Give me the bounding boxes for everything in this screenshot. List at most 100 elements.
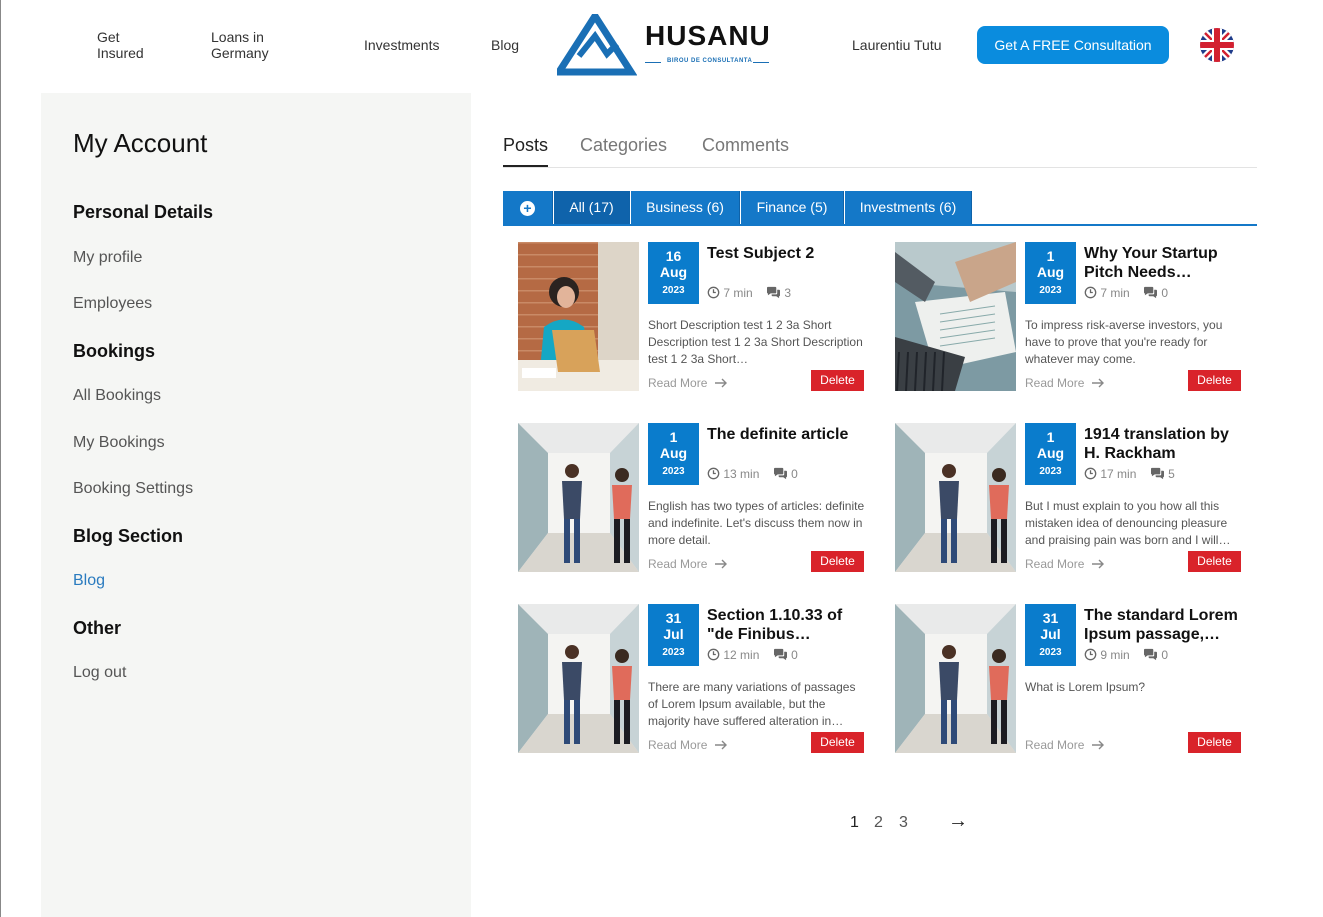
site-header: Get Insured Loans in Germany Investments… <box>0 0 1323 92</box>
post-date-badge: 16 Aug 2023 <box>648 242 699 304</box>
post-title[interactable]: 1914 translation by H. Rackham <box>1084 425 1244 463</box>
filter-all[interactable]: All (17) <box>554 191 630 224</box>
post-title[interactable]: The standard Lorem Ipsum passage,… <box>1084 606 1244 644</box>
nav-loans-in-germany[interactable]: Loans in Germany <box>211 29 291 61</box>
arrow-right-icon <box>1091 377 1105 391</box>
post-description: But I must explain to you how all this m… <box>1025 499 1231 547</box>
filter-investments[interactable]: Investments (6) <box>845 191 972 224</box>
post-date-badge: 31 Jul 2023 <box>648 604 699 666</box>
post-meta: 12 min 0 <box>707 648 798 664</box>
logo-mountain-icon <box>552 9 638 76</box>
post-thumbnail[interactable] <box>518 242 639 391</box>
post-read-time: 13 min <box>723 467 760 482</box>
sidebar-heading-other: Other <box>73 618 122 638</box>
post-date-day: 1 <box>1046 429 1055 445</box>
uk-flag-icon[interactable] <box>1200 28 1234 62</box>
post-date-day: 31 <box>1042 610 1059 626</box>
delete-post-button[interactable]: Delete <box>811 370 864 391</box>
read-more-label: Read More <box>648 557 708 571</box>
post-thumbnail[interactable] <box>895 242 1016 391</box>
read-more-link[interactable]: Read More <box>1025 738 1105 753</box>
arrow-right-icon <box>1091 558 1105 572</box>
post-description: English has two types of articles: defin… <box>648 499 865 547</box>
post-title[interactable]: Section 1.10.33 of "de Finibus… <box>707 606 867 644</box>
clock-icon <box>1084 648 1097 664</box>
add-post-button[interactable]: + <box>503 191 553 224</box>
sidebar-title: My Account <box>73 128 208 158</box>
sidebar-item-blog[interactable]: Blog <box>73 572 105 590</box>
delete-post-button[interactable]: Delete <box>811 732 864 753</box>
post-date-month: Aug <box>659 445 688 461</box>
tab-comments[interactable]: Comments <box>702 135 789 167</box>
post-comment-count: 0 <box>791 467 798 482</box>
tab-posts[interactable]: Posts <box>503 135 549 167</box>
category-filter-bar: + All (17) Business (6) Finance (5) Inve… <box>503 191 1257 226</box>
nav-investments[interactable]: Investments <box>364 37 439 53</box>
post-meta: 17 min 5 <box>1084 467 1175 483</box>
read-more-link[interactable]: Read More <box>1025 376 1105 391</box>
filter-business[interactable]: Business (6) <box>631 191 740 224</box>
post-date-year: 2023 <box>662 285 685 296</box>
post-thumbnail[interactable] <box>895 423 1016 572</box>
page-3[interactable]: 3 <box>899 814 908 832</box>
nav-blog[interactable]: Blog <box>491 37 519 53</box>
post-card: 1 Aug 2023 Why Your Startup Pitch Needs… 7 … <box>895 242 1243 392</box>
post-date-year: 2023 <box>662 647 685 658</box>
delete-post-button[interactable]: Delete <box>1188 370 1241 391</box>
post-title[interactable]: Why Your Startup Pitch Needs… <box>1084 244 1244 282</box>
post-date-year: 2023 <box>1039 647 1062 658</box>
plus-icon: + <box>520 200 535 216</box>
content-tabs: Posts Categories Comments <box>503 135 1257 168</box>
window-edge <box>0 0 1 917</box>
post-title[interactable]: Test Subject 2 <box>707 244 867 263</box>
page-2[interactable]: 2 <box>874 814 883 832</box>
post-title[interactable]: The definite article <box>707 425 867 444</box>
read-more-link[interactable]: Read More <box>648 376 728 391</box>
post-date-day: 1 <box>1046 248 1055 264</box>
user-account-link[interactable]: Laurentiu Tutu <box>852 37 942 53</box>
post-thumbnail[interactable] <box>518 423 639 572</box>
filter-finance[interactable]: Finance (5) <box>741 191 844 224</box>
logo-divider <box>645 62 661 63</box>
post-card: 1 Aug 2023 1914 translation by H. Rackham 1… <box>895 423 1243 573</box>
post-date-year: 2023 <box>662 466 685 477</box>
nav-get-insured[interactable]: Get Insured <box>97 29 167 61</box>
next-page-arrow-icon[interactable]: → <box>948 810 968 833</box>
tab-categories[interactable]: Categories <box>580 135 667 167</box>
account-sidebar: My Account Personal Details My profile E… <box>41 93 471 917</box>
sidebar-item-all-bookings[interactable]: All Bookings <box>73 387 161 405</box>
sidebar-item-log-out[interactable]: Log out <box>73 664 126 682</box>
post-date-badge: 1 Aug 2023 <box>648 423 699 485</box>
clock-icon <box>1084 286 1097 302</box>
husanu-logo[interactable]: HUSANU BIROU DE CONSULTANTA <box>552 9 775 76</box>
read-more-label: Read More <box>1025 376 1085 390</box>
read-more-link[interactable]: Read More <box>648 738 728 753</box>
post-description: What is Lorem Ipsum? <box>1025 680 1146 694</box>
read-more-label: Read More <box>648 738 708 752</box>
delete-post-button[interactable]: Delete <box>811 551 864 572</box>
free-consultation-button[interactable]: Get A FREE Consultation <box>977 26 1169 64</box>
page-1[interactable]: 1 <box>850 814 859 832</box>
sidebar-item-my-bookings[interactable]: My Bookings <box>73 434 165 452</box>
read-more-link[interactable]: Read More <box>648 557 728 572</box>
delete-post-button[interactable]: Delete <box>1188 551 1241 572</box>
post-date-day: 16 <box>665 248 682 264</box>
post-comment-count: 0 <box>1161 648 1169 663</box>
sidebar-item-booking-settings[interactable]: Booking Settings <box>73 480 193 498</box>
sidebar-item-my-profile[interactable]: My profile <box>73 249 142 267</box>
comments-icon <box>1143 286 1158 302</box>
comments-icon <box>773 648 788 664</box>
delete-post-button[interactable]: Delete <box>1188 732 1241 753</box>
post-comment-count: 0 <box>791 648 798 663</box>
clock-icon <box>707 286 720 302</box>
read-more-link[interactable]: Read More <box>1025 557 1105 572</box>
post-description: There are many variations of passages of… <box>648 680 856 728</box>
sidebar-item-employees[interactable]: Employees <box>73 295 152 313</box>
post-thumbnail[interactable] <box>895 604 1016 753</box>
post-date-month: Aug <box>659 264 688 280</box>
clock-icon <box>1084 467 1097 483</box>
post-date-day: 31 <box>665 610 682 626</box>
comments-icon <box>773 467 788 483</box>
post-thumbnail[interactable] <box>518 604 639 753</box>
post-comment-count: 0 <box>1161 286 1169 301</box>
